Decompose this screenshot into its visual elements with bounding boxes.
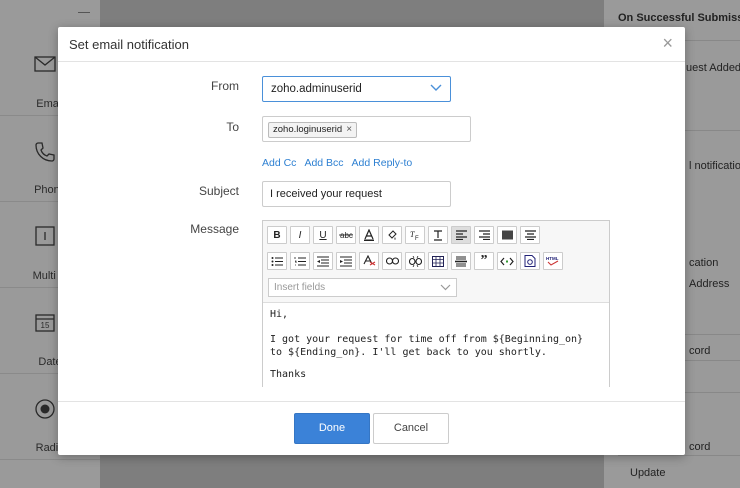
add-reply-to-link[interactable]: Add Reply-to <box>352 157 413 169</box>
message-line: Hi, <box>270 309 289 320</box>
radio-icon <box>33 398 57 422</box>
to-input[interactable]: zoho.loginuserid × <box>262 116 471 142</box>
calendar-icon: 15 <box>33 312 57 336</box>
svg-text:15: 15 <box>41 321 50 330</box>
align-right-icon[interactable] <box>474 226 494 244</box>
record-text: cord <box>689 345 711 357</box>
italic-button[interactable]: I <box>290 226 310 244</box>
link-icon[interactable] <box>382 252 402 270</box>
image-icon[interactable] <box>520 252 540 270</box>
message-line: I got your request for time off from ${B… <box>270 334 584 345</box>
cancel-button[interactable]: Cancel <box>373 413 449 444</box>
strikethrough-button[interactable]: abc <box>336 226 356 244</box>
align-justify-icon[interactable] <box>497 226 517 244</box>
outdent-icon[interactable] <box>313 252 333 270</box>
insert-fields-placeholder: Insert fields <box>274 282 326 293</box>
subject-input[interactable]: I received your request <box>262 181 451 207</box>
message-line: to ${Ending_on}. I'll get back to you sh… <box>270 346 547 358</box>
cation-text: cation <box>689 257 719 269</box>
align-left-icon[interactable] <box>451 226 471 244</box>
message-line <box>270 322 583 335</box>
email-notification-dialog: Set email notification × From zoho.admin… <box>58 27 685 455</box>
insert-fields-select[interactable]: Insert fields <box>268 278 457 297</box>
unlink-icon[interactable] <box>405 252 425 270</box>
code-icon[interactable] <box>497 252 517 270</box>
message-editor: B I U abc TF ” HTML Insert fields Hi, I … <box>262 220 610 387</box>
recipient-chip: zoho.loginuserid × <box>268 122 358 138</box>
message-label: Message <box>190 222 239 236</box>
underline-button[interactable]: U <box>313 226 333 244</box>
message-body[interactable]: Hi, I got your request for time off from… <box>270 309 583 382</box>
from-value: zoho.adminuserid <box>271 83 362 95</box>
dialog-title: Set email notification <box>69 37 189 52</box>
chevron-down-icon <box>430 84 442 91</box>
chevron-down-icon <box>440 284 451 291</box>
blockquote-icon[interactable]: ” <box>474 252 494 270</box>
envelope-icon <box>33 54 57 78</box>
svg-text:HTML: HTML <box>546 256 559 261</box>
record-text: cord <box>689 441 711 453</box>
menu-dash <box>78 12 90 13</box>
phone-icon <box>33 140 57 164</box>
request-added-text: uest Added <box>686 62 740 74</box>
add-cc-link[interactable]: Add Cc <box>262 157 296 169</box>
message-line <box>270 359 583 369</box>
from-label: From <box>211 79 239 93</box>
table-icon[interactable] <box>428 252 448 270</box>
close-icon[interactable]: × <box>662 34 673 52</box>
chip-label: zoho.loginuserid <box>273 124 343 135</box>
message-line: Thanks <box>270 369 307 380</box>
footer-divider <box>58 401 685 402</box>
horizontal-rule-icon[interactable] <box>451 252 471 270</box>
from-select[interactable]: zoho.adminuserid <box>262 76 451 102</box>
address-text: Address <box>689 278 730 290</box>
indent-icon[interactable] <box>336 252 356 270</box>
to-label: To <box>226 120 239 134</box>
font-family-icon[interactable] <box>428 226 448 244</box>
notification-text: l notification <box>689 160 740 172</box>
update-button[interactable]: Update <box>630 467 665 479</box>
svg-text:F: F <box>415 236 419 241</box>
align-center-icon[interactable] <box>520 226 540 244</box>
highlight-icon[interactable] <box>382 226 402 244</box>
header-divider <box>58 61 685 62</box>
html-source-icon[interactable]: HTML <box>543 252 563 270</box>
remove-chip-icon[interactable]: × <box>346 124 352 135</box>
divider <box>618 455 740 456</box>
bullet-list-icon[interactable] <box>267 252 287 270</box>
done-button[interactable]: Done <box>294 413 370 444</box>
on-success-heading: On Successful Submission <box>618 12 740 24</box>
editor-toolbar: B I U abc TF ” HTML Insert fields <box>263 221 609 303</box>
numbered-list-icon[interactable] <box>290 252 310 270</box>
svg-text:abc: abc <box>340 231 353 240</box>
dialog-header: Set email notification × <box>58 27 685 61</box>
font-color-icon[interactable] <box>359 226 379 244</box>
recipient-links: Add Cc Add Bcc Add Reply-to <box>262 157 420 169</box>
font-size-icon[interactable]: TF <box>405 226 425 244</box>
multiline-icon <box>33 226 57 250</box>
bold-button[interactable]: B <box>267 226 287 244</box>
subject-label: Subject <box>198 184 239 198</box>
clear-format-icon[interactable] <box>359 252 379 270</box>
add-bcc-link[interactable]: Add Bcc <box>304 157 343 169</box>
